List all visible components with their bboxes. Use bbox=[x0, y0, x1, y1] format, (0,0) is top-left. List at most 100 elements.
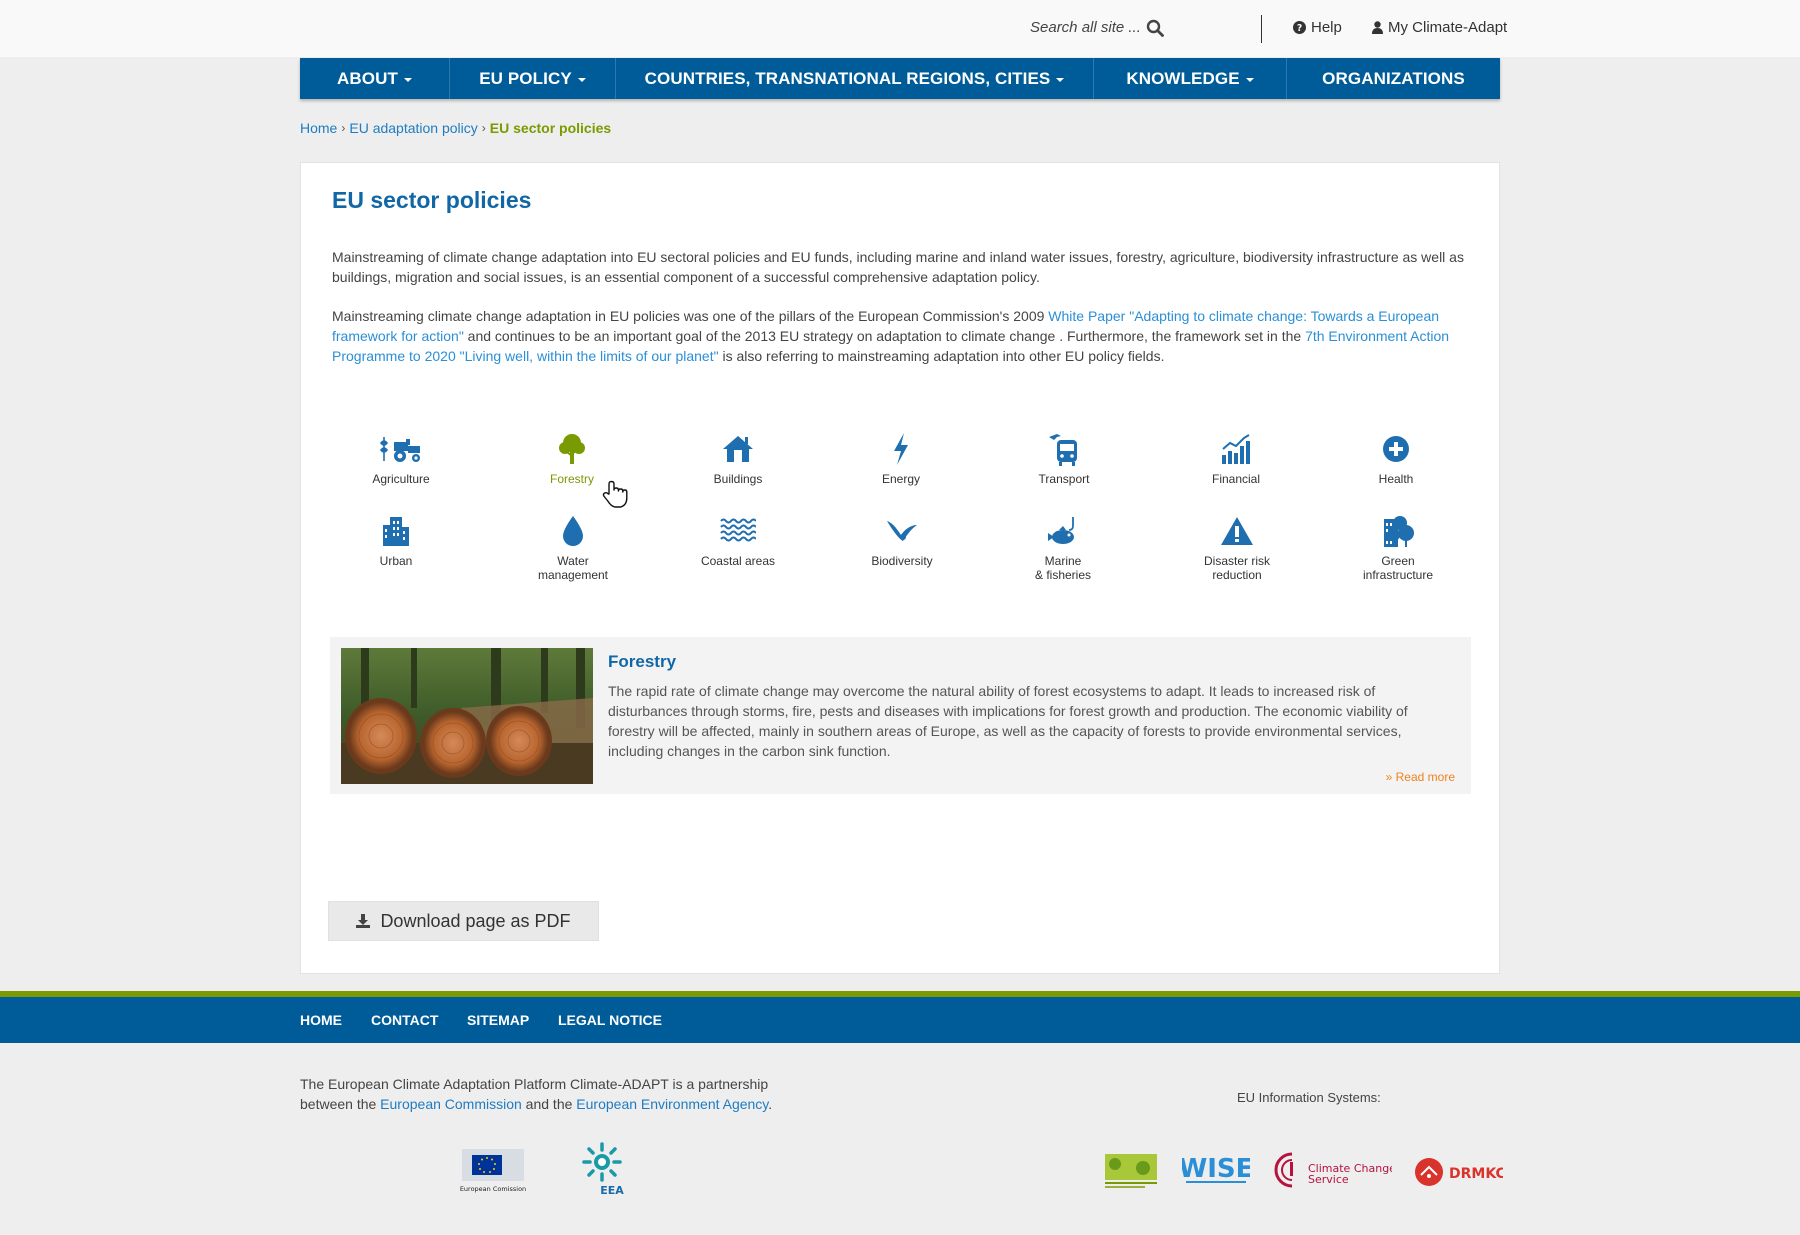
ccs-logo-text-line2: Service bbox=[1308, 1173, 1349, 1186]
footer-link-sitemap[interactable]: SITEMAP bbox=[467, 1012, 529, 1028]
help-link[interactable]: ? Help bbox=[1293, 19, 1342, 36]
question-circle-icon: ? bbox=[1293, 21, 1306, 34]
user-icon bbox=[1372, 21, 1383, 34]
nav-countries-label: COUNTRIES, TRANSNATIONAL REGIONS, CITIES bbox=[644, 68, 1051, 88]
drmkc-logo[interactable]: DRMKC bbox=[1413, 1155, 1506, 1194]
sector-transport[interactable]: Transport bbox=[999, 431, 1129, 486]
featured-sector-panel: Forestry The rapid rate of climate chang… bbox=[330, 637, 1471, 794]
sector-financial-label: Financial bbox=[1211, 472, 1261, 486]
breadcrumb-home[interactable]: Home bbox=[300, 120, 337, 136]
policy-text-1: Mainstreaming climate change adaptation … bbox=[332, 308, 1049, 324]
download-pdf-label: Download page as PDF bbox=[380, 910, 571, 931]
nav-knowledge[interactable]: KNOWLEDGE bbox=[1094, 58, 1287, 99]
sector-health[interactable]: Health bbox=[1331, 431, 1461, 486]
sector-urban[interactable]: Urban bbox=[331, 513, 461, 568]
sector-water-label-line2: management bbox=[537, 568, 609, 582]
sector-water-label-line1: Water bbox=[557, 554, 589, 568]
sector-buildings-label: Buildings bbox=[713, 472, 763, 486]
sector-biodiversity[interactable]: Biodiversity bbox=[837, 513, 967, 568]
sector-disaster-risk-reduction[interactable]: Disaster risk reduction bbox=[1172, 513, 1302, 582]
sector-coastal-areas[interactable]: Coastal areas bbox=[673, 513, 803, 568]
intro-paragraph: Mainstreaming of climate change adaptati… bbox=[332, 249, 1464, 285]
chevron-down-icon bbox=[403, 77, 412, 82]
breadcrumb-eu-adaptation-policy[interactable]: EU adaptation policy bbox=[349, 120, 477, 136]
help-label: Help bbox=[1311, 19, 1342, 36]
sector-forestry-label: Forestry bbox=[549, 472, 594, 486]
sector-marine-label-line1: Marine bbox=[1044, 554, 1082, 568]
nav-organizations-label: ORGANIZATIONS bbox=[1322, 68, 1465, 88]
breadcrumb: Home › EU adaptation policy › EU sector … bbox=[300, 120, 611, 136]
tree-icon bbox=[507, 431, 637, 467]
wise-logo-text: WISE bbox=[1182, 1154, 1250, 1184]
sector-forestry[interactable]: Forestry bbox=[507, 431, 637, 486]
climate-change-service-logo[interactable]: Climate Change Service bbox=[1272, 1150, 1396, 1197]
sector-green-infrastructure[interactable]: Green infrastructure bbox=[1333, 513, 1463, 582]
download-pdf-button[interactable]: Download page as PDF bbox=[328, 901, 599, 941]
sector-energy-label: Energy bbox=[881, 472, 921, 486]
policy-text-3: is also referring to mainstreaming adapt… bbox=[718, 348, 1165, 364]
sector-disaster-label-line2: reduction bbox=[1212, 568, 1262, 582]
nav-eu-policy[interactable]: EU POLICY bbox=[450, 58, 616, 99]
read-more-link[interactable]: » Read more bbox=[1386, 770, 1455, 784]
hand-cursor-icon bbox=[602, 480, 628, 513]
eu-information-systems-label: EU Information Systems: bbox=[1237, 1090, 1381, 1105]
eea-logo[interactable]: EEA bbox=[578, 1140, 630, 1201]
sector-agriculture[interactable]: Agriculture bbox=[336, 431, 466, 486]
main-navigation: ABOUT EU POLICY COUNTRIES, TRANSNATIONAL… bbox=[300, 58, 1500, 99]
sector-buildings[interactable]: Buildings bbox=[673, 431, 803, 486]
nav-knowledge-label: KNOWLEDGE bbox=[1126, 68, 1240, 88]
sector-urban-label: Urban bbox=[379, 554, 413, 568]
breadcrumb-separator: › bbox=[481, 121, 486, 135]
chevron-down-icon bbox=[1056, 77, 1065, 82]
bise-logo[interactable] bbox=[1103, 1150, 1159, 1197]
page-title: EU sector policies bbox=[332, 187, 532, 213]
my-climate-adapt-label: My Climate-Adapt bbox=[1388, 19, 1508, 36]
search-icon[interactable] bbox=[1146, 19, 1164, 42]
sector-marine-label-line2: & fisheries bbox=[1034, 568, 1092, 582]
wise-logo[interactable]: WISE bbox=[1179, 1153, 1254, 1194]
chevron-down-icon bbox=[1245, 77, 1254, 82]
footer-link-legal-notice[interactable]: LEGAL NOTICE bbox=[558, 1012, 662, 1028]
sector-health-label: Health bbox=[1378, 472, 1414, 486]
sector-coastal-label: Coastal areas bbox=[700, 554, 776, 568]
drmkc-logo-text: DRMKC bbox=[1449, 1166, 1503, 1182]
sector-agriculture-label: Agriculture bbox=[372, 472, 430, 486]
tractor-icon bbox=[336, 431, 466, 467]
house-icon bbox=[673, 431, 803, 467]
sector-water-management[interactable]: Water management bbox=[508, 513, 638, 582]
download-icon bbox=[356, 914, 371, 928]
waves-icon bbox=[673, 513, 803, 549]
footer-link-contact[interactable]: CONTACT bbox=[371, 1012, 438, 1028]
nav-countries[interactable]: COUNTRIES, TRANSNATIONAL REGIONS, CITIES bbox=[616, 58, 1094, 99]
sector-marine-fisheries[interactable]: Marine & fisheries bbox=[998, 513, 1128, 582]
sector-green-label-line2: infrastructure bbox=[1362, 568, 1434, 582]
sector-energy[interactable]: Energy bbox=[836, 431, 966, 486]
sector-disaster-label-line1: Disaster risk bbox=[1203, 554, 1270, 568]
plus-circle-icon bbox=[1331, 431, 1461, 467]
svg-text:?: ? bbox=[1297, 23, 1302, 34]
bar-chart-icon bbox=[1171, 431, 1301, 467]
footer-link-home[interactable]: HOME bbox=[300, 1012, 342, 1028]
policy-text-2: and continues to be an important goal of… bbox=[463, 328, 1306, 344]
partnership-text-2: and the bbox=[521, 1096, 577, 1112]
chevron-down-icon bbox=[577, 77, 586, 82]
sector-financial[interactable]: Financial bbox=[1171, 431, 1301, 486]
policy-paragraph: Mainstreaming climate change adaptation … bbox=[332, 306, 1472, 366]
eea-logo-text: EEA bbox=[600, 1184, 624, 1196]
search-input[interactable]: Search all site ... bbox=[1030, 19, 1141, 36]
breadcrumb-separator: › bbox=[341, 121, 346, 135]
sector-transport-label: Transport bbox=[1038, 472, 1090, 486]
nav-about[interactable]: ABOUT bbox=[300, 58, 450, 99]
european-environment-agency-link[interactable]: European Environment Agency bbox=[576, 1096, 768, 1112]
bus-icon bbox=[999, 431, 1129, 467]
content-card: EU sector policies Mainstreaming of clim… bbox=[300, 162, 1500, 974]
my-climate-adapt-link[interactable]: My Climate-Adapt bbox=[1372, 19, 1507, 36]
nav-eu-policy-label: EU POLICY bbox=[479, 68, 572, 88]
nav-organizations[interactable]: ORGANIZATIONS bbox=[1287, 58, 1500, 99]
european-commission-logo[interactable]: European Comission bbox=[458, 1147, 528, 1200]
city-buildings-icon bbox=[331, 513, 461, 549]
nav-about-label: ABOUT bbox=[337, 68, 398, 88]
warning-triangle-icon bbox=[1172, 513, 1302, 549]
european-commission-link[interactable]: European Commission bbox=[380, 1096, 522, 1112]
partnership-text: The European Climate Adaptation Platform… bbox=[300, 1074, 800, 1114]
